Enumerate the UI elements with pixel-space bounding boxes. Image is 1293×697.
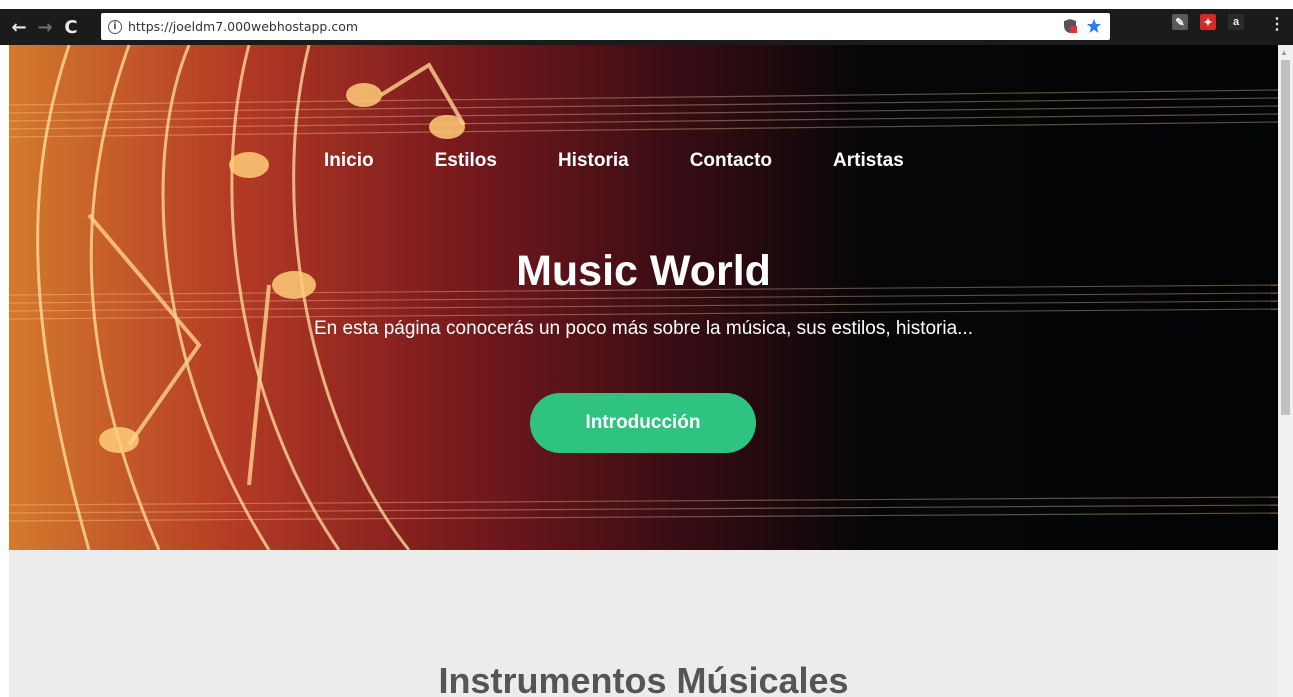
main-nav: Inicio Estilos Historia Contacto Artista…	[324, 150, 965, 172]
shield-blocked-icon[interactable]	[1062, 18, 1078, 34]
scroll-up-icon[interactable]: ▲	[1280, 48, 1288, 57]
section-title: Instrumentos Músicales	[438, 660, 849, 697]
music-notes-decoration	[9, 45, 1278, 550]
hero-banner: Inicio Estilos Historia Contacto Artista…	[9, 45, 1278, 550]
reload-icon: C	[64, 16, 78, 38]
browser-toolbar: ← → C i https://joeldm7.000webhostapp.co…	[0, 9, 1293, 45]
nav-link-historia[interactable]: Historia	[558, 150, 629, 172]
omnibox-icons	[1062, 18, 1102, 34]
browser-menu-icon[interactable]: ⋮	[1269, 17, 1285, 33]
arrow-left-icon: ←	[11, 16, 27, 38]
red-extension-icon[interactable]: ✦	[1200, 14, 1216, 30]
amazon-extension-icon[interactable]: a	[1228, 14, 1244, 30]
top-strip	[0, 0, 1293, 9]
nav-link-artistas[interactable]: Artistas	[833, 150, 904, 172]
url-text[interactable]: https://joeldm7.000webhostapp.com	[128, 19, 358, 34]
scrollbar-thumb[interactable]	[1281, 60, 1290, 415]
introduccion-button[interactable]: Introducción	[530, 393, 756, 453]
arrow-right-icon: →	[37, 16, 53, 38]
forward-button[interactable]: →	[32, 14, 58, 40]
address-bar[interactable]: i https://joeldm7.000webhostapp.com	[101, 13, 1110, 40]
site-title: Music World	[516, 247, 771, 295]
page-viewport: Inicio Estilos Historia Contacto Artista…	[9, 45, 1278, 697]
reload-button[interactable]: C	[58, 14, 84, 40]
pdf-extension-icon[interactable]: ✎	[1172, 14, 1188, 30]
star-bookmark-icon[interactable]	[1086, 18, 1102, 34]
nav-link-estilos[interactable]: Estilos	[435, 150, 497, 172]
extension-icons: ✎ ✦ a	[1172, 14, 1244, 30]
info-icon[interactable]: i	[108, 19, 122, 34]
nav-link-contacto[interactable]: Contacto	[690, 150, 772, 172]
site-subtitle: En esta página conocerás un poco más sob…	[313, 318, 973, 339]
nav-link-inicio[interactable]: Inicio	[324, 150, 374, 172]
back-button[interactable]: ←	[6, 14, 32, 40]
